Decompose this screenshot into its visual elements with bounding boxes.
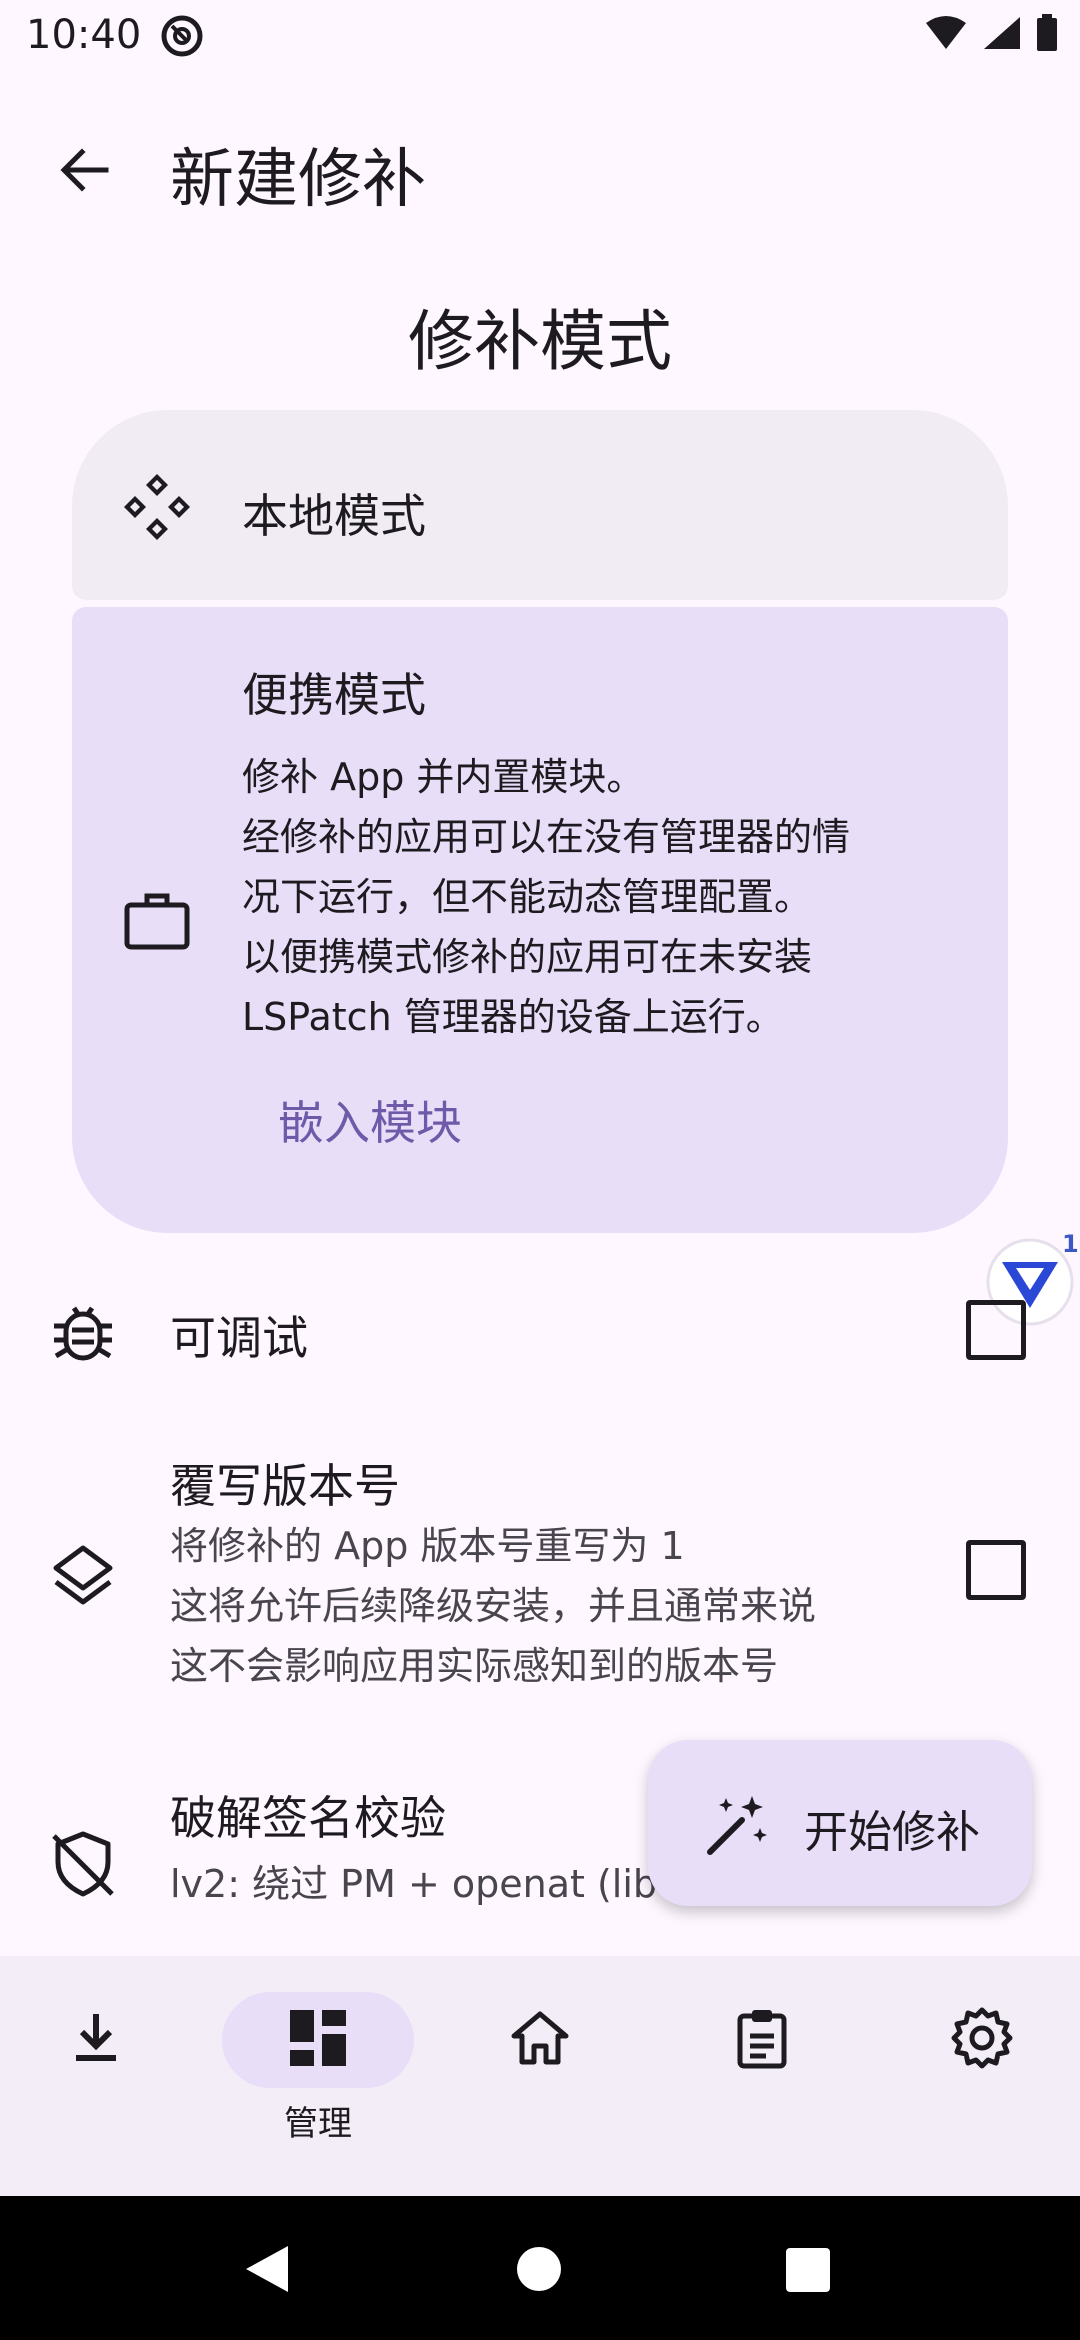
- system-back-icon[interactable]: [244, 2244, 290, 2294]
- description-line: 经修补的应用可以在没有管理器的情: [242, 815, 851, 859]
- cell-signal-icon: [984, 17, 1020, 49]
- back-button[interactable]: [46, 132, 122, 208]
- briefcase-icon: [124, 893, 190, 950]
- bottom-navigation: 管理: [0, 1956, 1080, 2196]
- local-mode-option[interactable]: 本地模式: [72, 410, 1008, 600]
- debuggable-checkbox[interactable]: [966, 1300, 1026, 1360]
- description-line: 修补 App 并内置模块。: [242, 755, 645, 799]
- start-patch-label: 开始修补: [804, 1807, 980, 1858]
- floating-badge: 1: [1062, 1230, 1079, 1258]
- wifi-icon: [926, 16, 966, 49]
- debuggable-option[interactable]: 可调试: [0, 1270, 1080, 1390]
- battery-icon: [1037, 14, 1057, 51]
- override-version-line: 这不会影响应用实际感知到的版本号: [170, 1644, 779, 1688]
- dashboard-icon: [290, 2010, 346, 2066]
- nav-label-manage: 管理: [284, 2104, 352, 2144]
- signature-bypass-label: 破解签名校验: [170, 1791, 446, 1845]
- embed-modules-button[interactable]: 嵌入模块: [278, 1087, 462, 1153]
- portable-mode-description: 修补 App 并内置模块。 经修补的应用可以在没有管理器的情 况下运行，但不能动…: [242, 747, 982, 1047]
- start-patch-button[interactable]: 开始修补: [648, 1740, 1032, 1906]
- system-recents-icon[interactable]: [786, 2248, 830, 2292]
- status-time: 10:40: [26, 12, 142, 58]
- portable-mode-label: 便携模式: [242, 668, 426, 722]
- status-icons: [924, 14, 1058, 52]
- description-line: 以便携模式修补的应用可在未安装: [242, 935, 813, 979]
- override-version-checkbox[interactable]: [966, 1540, 1026, 1600]
- nav-item-logs[interactable]: [654, 1956, 870, 2196]
- portable-mode-option[interactable]: 便携模式 修补 App 并内置模块。 经修补的应用可以在没有管理器的情 况下运行…: [72, 607, 1008, 1233]
- settings-icon: [951, 2007, 1013, 2069]
- home-icon: [511, 2011, 569, 2065]
- nav-item-settings[interactable]: [874, 1956, 1080, 2196]
- description-line: 况下运行，但不能动态管理配置。: [242, 875, 813, 919]
- nav-item-manage[interactable]: 管理: [192, 1956, 444, 2196]
- override-version-label: 覆写版本号: [170, 1459, 400, 1513]
- override-version-line: 这将允许后续降级安装，并且通常来说: [170, 1584, 817, 1628]
- local-mode-label: 本地模式: [242, 489, 426, 543]
- description-line: LSPatch 管理器的设备上运行。: [242, 995, 784, 1039]
- system-navigation-bar: [0, 2196, 1080, 2340]
- signature-bypass-level: lv2: 绕过 PM + openat (lib: [170, 1862, 658, 1906]
- arrow-back-icon: [60, 148, 109, 192]
- override-version-option[interactable]: 覆写版本号 将修补的 App 版本号重写为 1 这将允许后续降级安装，并且通常来…: [0, 1430, 1080, 1700]
- shield-off-icon: [52, 1831, 114, 1897]
- nav-item-home[interactable]: [432, 1956, 648, 2196]
- system-home-icon[interactable]: [516, 2246, 562, 2292]
- section-title: 修补模式: [408, 303, 672, 380]
- download-icon: [76, 2014, 116, 2061]
- magic-wand-icon: [707, 1796, 767, 1855]
- clipboard-icon: [737, 2010, 787, 2069]
- debuggable-label: 可调试: [170, 1311, 308, 1365]
- override-version-line: 将修补的 App 版本号重写为 1: [170, 1524, 685, 1568]
- nav-item-download[interactable]: [0, 1956, 216, 2196]
- status-bar: 10:40: [0, 0, 1080, 72]
- apps-diamond-icon: [124, 474, 190, 540]
- layers-icon: [53, 1545, 113, 1605]
- at-sign-icon: [161, 15, 203, 57]
- top-app-bar: 新建修补: [0, 110, 1080, 226]
- bug-icon: [54, 1306, 112, 1361]
- page-title: 新建修补: [170, 143, 426, 217]
